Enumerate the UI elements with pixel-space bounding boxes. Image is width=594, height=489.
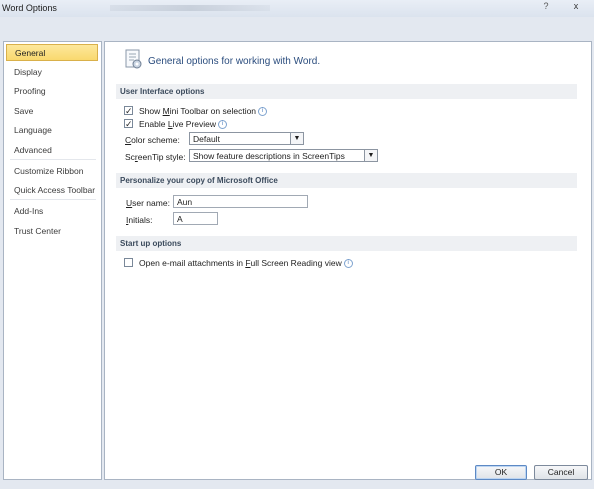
live-preview-label: Enable Live Preview i bbox=[139, 118, 228, 130]
section-header-startup: Start up options bbox=[116, 236, 577, 251]
fullscreen-reading-checkbox[interactable] bbox=[124, 258, 133, 267]
mini-toolbar-label: Show Mini Toolbar on selection i bbox=[139, 105, 268, 117]
sidebar-item-customize-ribbon[interactable]: Customize Ribbon bbox=[6, 163, 98, 180]
ok-button[interactable]: OK bbox=[475, 465, 527, 480]
title-bar: Word Options ? x bbox=[0, 0, 594, 18]
mini-toolbar-checkbox[interactable] bbox=[124, 105, 133, 117]
sidebar: General Display Proofing Save Language A… bbox=[3, 41, 102, 480]
window-title: Word Options bbox=[2, 3, 57, 13]
close-button[interactable]: x bbox=[560, 0, 592, 14]
screentip-style-value: Show feature descriptions in ScreenTips bbox=[193, 151, 345, 161]
initials-field[interactable]: A bbox=[173, 212, 218, 225]
chevron-down-icon[interactable]: ▼ bbox=[290, 133, 303, 144]
dialog-frame: General Display Proofing Save Language A… bbox=[0, 17, 594, 489]
sidebar-item-proofing[interactable]: Proofing bbox=[6, 83, 98, 100]
fullscreen-reading-label: Open e-mail attachments in Full Screen R… bbox=[139, 257, 353, 269]
screentip-style-select[interactable]: Show feature descriptions in ScreenTips … bbox=[189, 149, 378, 162]
live-preview-checkbox[interactable] bbox=[124, 118, 133, 130]
sidebar-item-general[interactable]: General bbox=[6, 44, 98, 61]
color-scheme-select[interactable]: Default ▼ bbox=[189, 132, 304, 145]
sidebar-item-language[interactable]: Language bbox=[6, 122, 98, 139]
color-scheme-value: Default bbox=[193, 134, 220, 144]
help-button[interactable]: ? bbox=[536, 0, 556, 14]
sidebar-item-trust-center[interactable]: Trust Center bbox=[6, 223, 98, 240]
user-name-field[interactable]: Aun bbox=[173, 195, 308, 208]
sidebar-item-display[interactable]: Display bbox=[6, 64, 98, 81]
sidebar-divider bbox=[10, 199, 96, 200]
page-heading: General options for working with Word. bbox=[148, 56, 321, 67]
options-content: General options for working with Word. U… bbox=[104, 41, 592, 480]
section-header-personalize: Personalize your copy of Microsoft Offic… bbox=[116, 173, 577, 188]
sidebar-item-quick-access-toolbar[interactable]: Quick Access Toolbar bbox=[6, 182, 98, 199]
info-icon[interactable]: i bbox=[343, 259, 353, 269]
info-icon[interactable]: i bbox=[218, 120, 228, 130]
initials-label: Initials: bbox=[126, 215, 153, 225]
user-name-label: User name: bbox=[126, 198, 170, 208]
info-icon[interactable]: i bbox=[258, 107, 268, 117]
sidebar-item-save[interactable]: Save bbox=[6, 103, 98, 120]
cancel-button[interactable]: Cancel bbox=[534, 465, 588, 480]
background-ribbon-blur bbox=[110, 5, 270, 11]
sidebar-item-advanced[interactable]: Advanced bbox=[6, 142, 98, 159]
screentip-style-label: ScreenTip style: bbox=[125, 152, 186, 162]
sidebar-item-add-ins[interactable]: Add-Ins bbox=[6, 203, 98, 220]
sidebar-divider bbox=[10, 159, 96, 160]
section-header-ui-options: User Interface options bbox=[116, 84, 577, 99]
options-document-icon bbox=[125, 49, 142, 69]
color-scheme-label: Color scheme: bbox=[125, 135, 180, 145]
chevron-down-icon[interactable]: ▼ bbox=[364, 150, 377, 161]
